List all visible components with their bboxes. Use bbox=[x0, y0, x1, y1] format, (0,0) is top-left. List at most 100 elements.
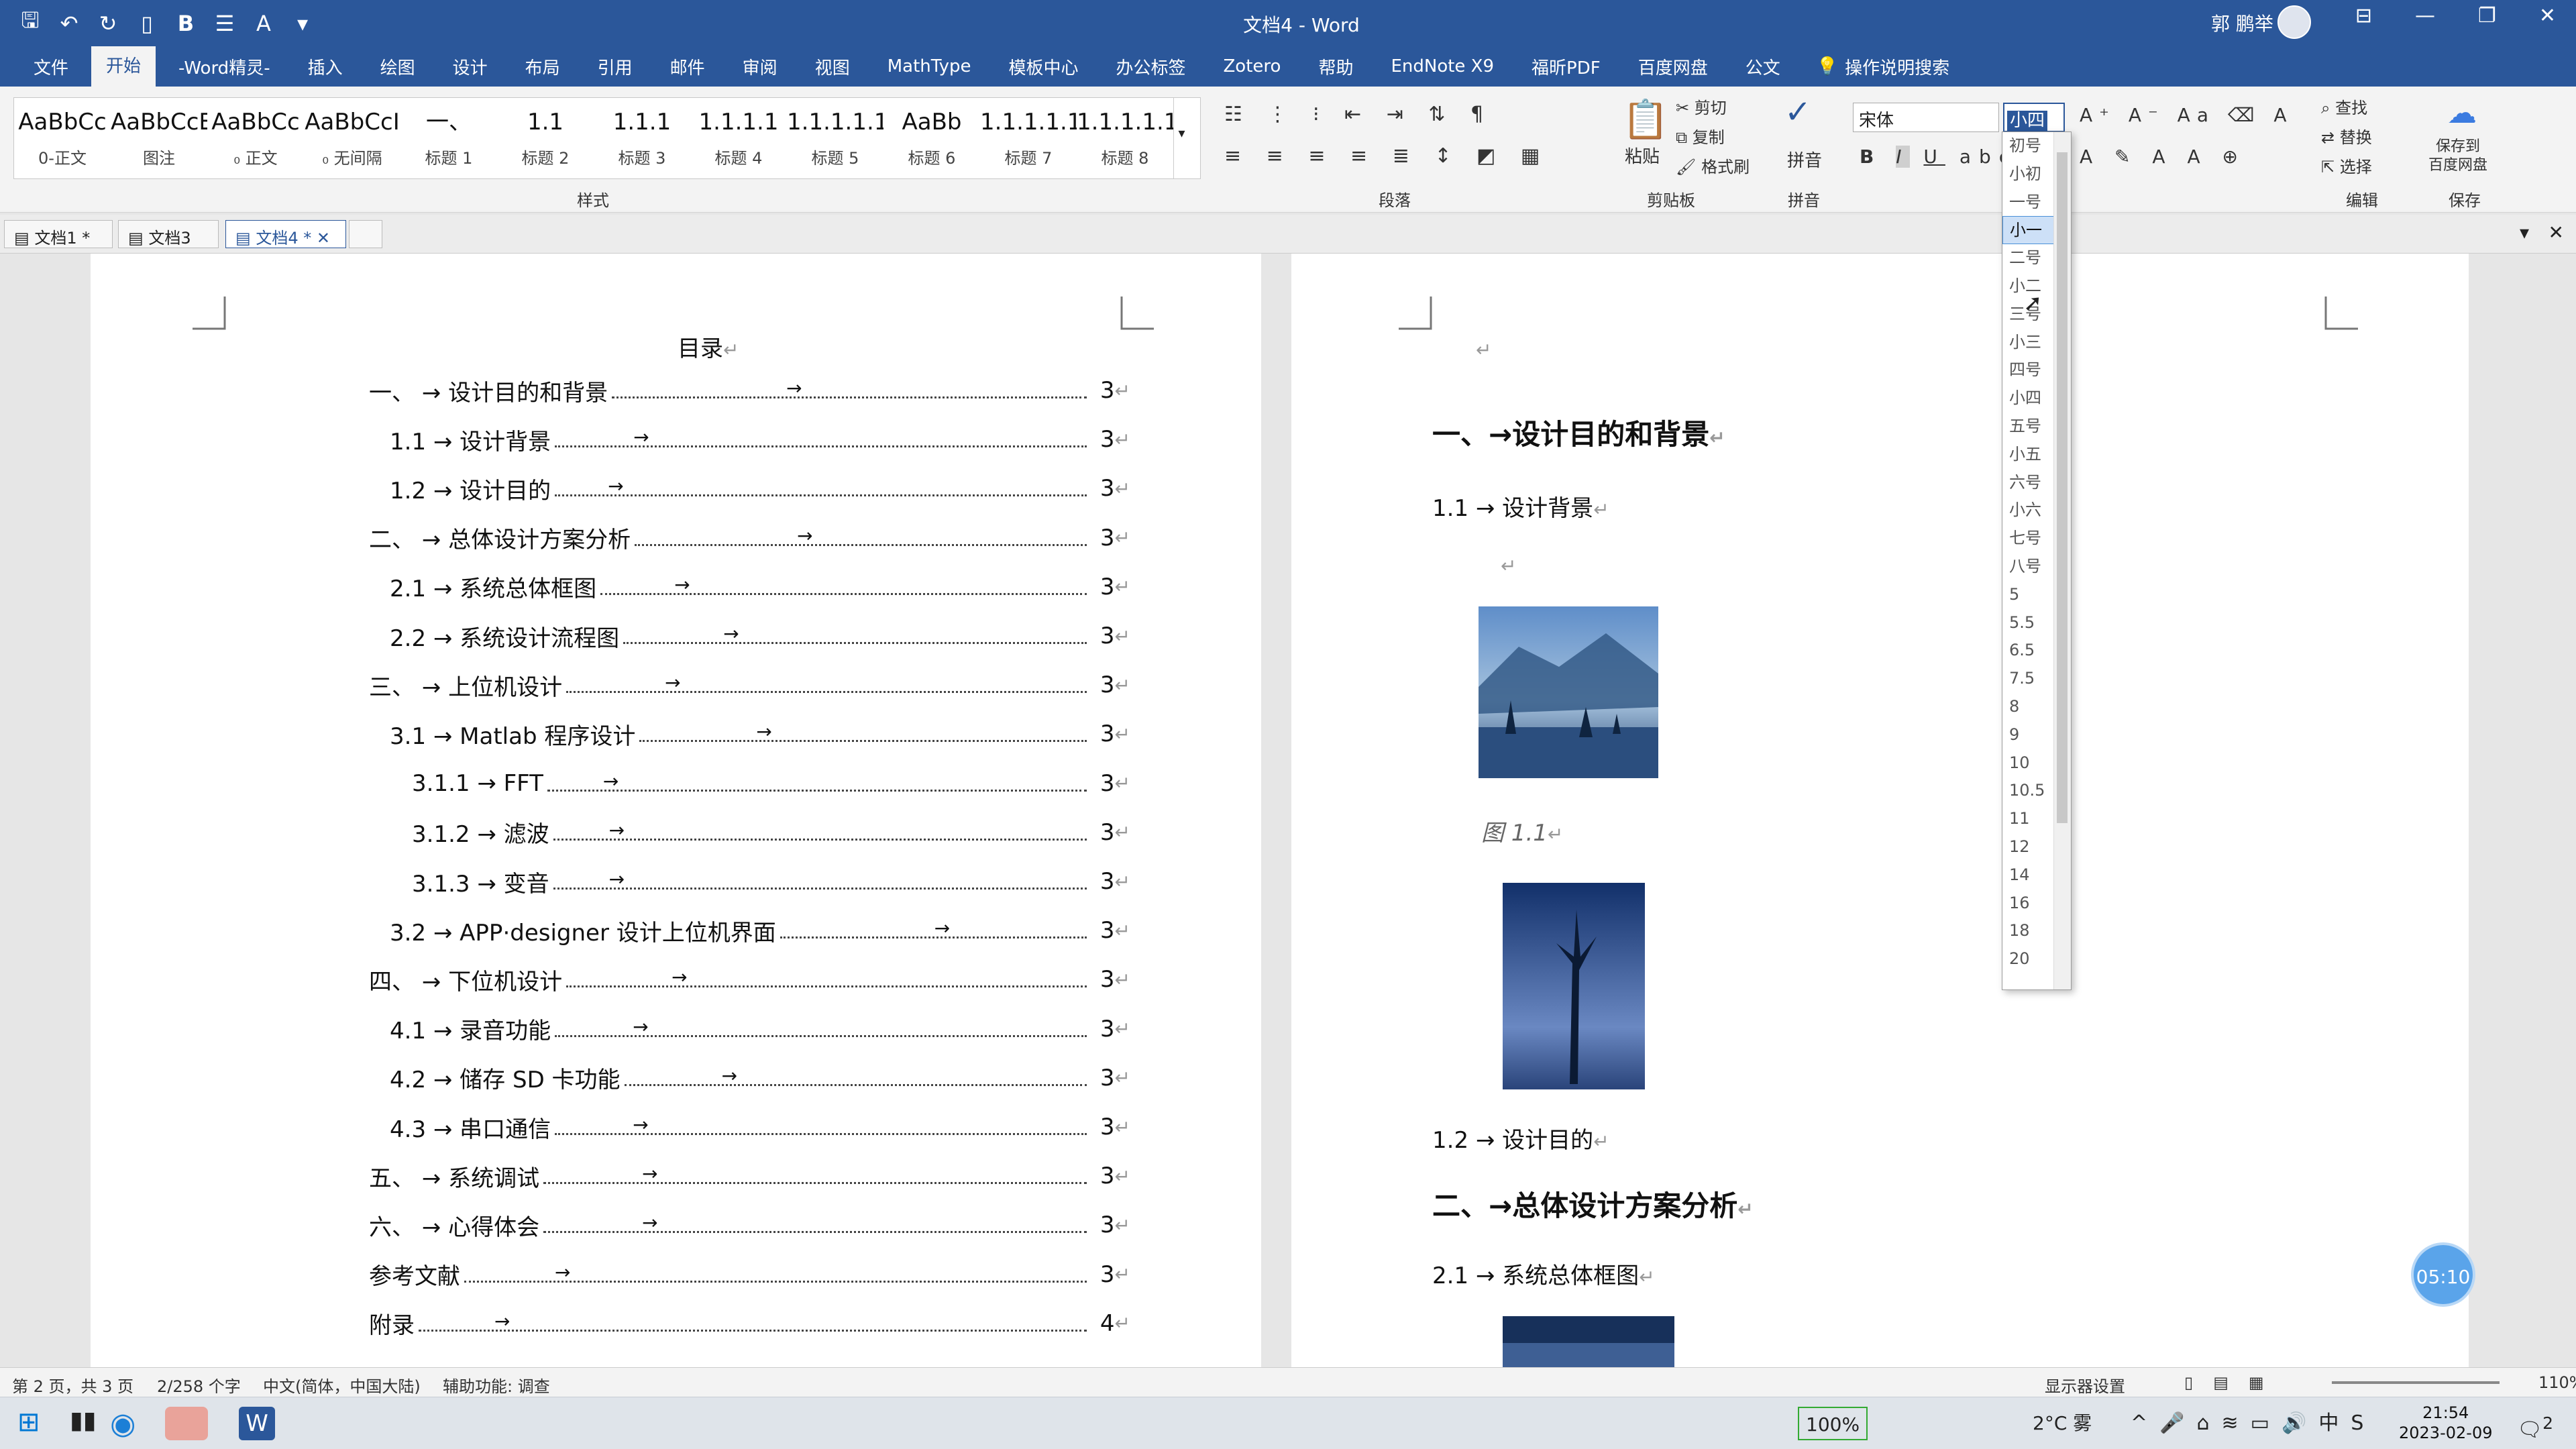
tab-6[interactable]: 布局 bbox=[511, 49, 575, 85]
pinyin-icon[interactable]: ✓ bbox=[1784, 93, 1811, 131]
tab-13[interactable]: 办公标签 bbox=[1101, 49, 1200, 85]
tab-17[interactable]: 福昕PDF bbox=[1517, 49, 1615, 85]
tab-0[interactable]: 文件 bbox=[19, 49, 83, 85]
pinyin-button[interactable]: 拼音 bbox=[1787, 147, 1822, 172]
tab-12[interactable]: 模板中心 bbox=[994, 49, 1093, 85]
close-tab-icon[interactable]: ✕ bbox=[317, 229, 330, 248]
page-count[interactable]: 第 2 页，共 3 页 bbox=[12, 1373, 133, 1397]
style-item[interactable]: 1.1.1.1 标题 4 bbox=[690, 98, 787, 178]
redo-icon[interactable]: ↻ bbox=[97, 11, 119, 36]
cut-button[interactable]: ✂ 剪切 bbox=[1676, 95, 1727, 118]
word-count[interactable]: 2/258 个字 bbox=[157, 1373, 241, 1397]
task-view-icon[interactable]: ▮▮ bbox=[70, 1407, 97, 1440]
list-icon[interactable]: ☰ bbox=[213, 11, 236, 36]
avatar[interactable] bbox=[2277, 5, 2311, 39]
style-item[interactable]: AaBbCcI ₀ 无间隔 bbox=[304, 98, 400, 178]
view-buttons[interactable]: ▯▤▦ bbox=[2184, 1373, 2284, 1392]
toc-entry[interactable]: 4.1 → 录音功能 → 3 ↵ bbox=[390, 1013, 1130, 1045]
toc-entry[interactable]: 2.2 → 系统设计流程图 → 3 ↵ bbox=[390, 620, 1130, 652]
tab-list-icon[interactable]: ▾ bbox=[2520, 221, 2529, 244]
zoom-slider[interactable] bbox=[2332, 1381, 2500, 1384]
toc-entry[interactable]: 3.2 → APP·designer 设计上位机界面 → 3 ↵ bbox=[390, 914, 1130, 947]
toc-entry[interactable]: 四、 → 下位机设计 → 3 ↵ bbox=[369, 963, 1130, 996]
tab-18[interactable]: 百度网盘 bbox=[1623, 49, 1723, 85]
system-diagram-image[interactable] bbox=[1503, 1316, 1674, 1367]
minimize-icon[interactable]: — bbox=[2415, 4, 2435, 28]
tab-15[interactable]: 帮助 bbox=[1303, 49, 1368, 85]
toc-entry[interactable]: 一、 → 设计目的和背景 → 3 ↵ bbox=[369, 374, 1130, 407]
word-app-icon[interactable]: W bbox=[239, 1407, 275, 1440]
doc-tab-2[interactable]: ▤ 文档3 bbox=[118, 220, 219, 248]
list-buttons[interactable]: ☷ ⋮ ⁝ ⇤ ⇥ ⇅ ¶ bbox=[1224, 103, 1493, 126]
toc-entry[interactable]: 五、 → 系统调试 → 3 ↵ bbox=[369, 1160, 1130, 1192]
battery-indicator[interactable]: 100% bbox=[1798, 1407, 1868, 1440]
style-item[interactable]: 1.1 标题 2 bbox=[497, 98, 594, 178]
tab-10[interactable]: 视图 bbox=[800, 49, 865, 85]
toc-entry[interactable]: 1.1 → 设计背景 → 3 ↵ bbox=[390, 423, 1130, 455]
toc-entry[interactable]: 4.2 → 储存 SD 卡功能 → 3 ↵ bbox=[390, 1062, 1130, 1094]
restore-icon[interactable]: ❐ bbox=[2478, 4, 2496, 28]
weather-widget[interactable]: 2°C 雾 bbox=[2033, 1407, 2092, 1440]
paste-button[interactable]: 粘贴 bbox=[1625, 143, 1660, 168]
close-panel-icon[interactable]: ✕ bbox=[2548, 221, 2564, 244]
tab-3[interactable]: 插入 bbox=[293, 49, 358, 85]
toc-entry[interactable]: 六、 → 心得体会 → 3 ↵ bbox=[369, 1209, 1130, 1241]
font-format-buttons[interactable]: B I U abc bbox=[1860, 146, 2017, 168]
new-tab-button[interactable] bbox=[349, 220, 382, 248]
close-icon[interactable]: ✕ bbox=[2539, 4, 2556, 28]
save-baidu-button[interactable]: 保存到 百度网盘 bbox=[2428, 138, 2487, 175]
toc-entry[interactable]: 3.1 → Matlab 程序设计 → 3 ↵ bbox=[390, 718, 1130, 750]
paste-icon[interactable]: 📋 bbox=[1622, 97, 1669, 142]
new-doc-icon[interactable]: ▯ bbox=[136, 11, 158, 36]
font-color-buttons[interactable]: A ✎ A A ⊕ bbox=[2080, 146, 2246, 168]
toc-entry[interactable]: 3.1.2 → 滤波 → 3 ↵ bbox=[412, 816, 1130, 849]
tree-image[interactable] bbox=[1503, 883, 1645, 1089]
style-item[interactable]: 一、 标题 1 bbox=[400, 98, 497, 178]
display-settings[interactable]: 显示器设置 bbox=[2045, 1373, 2125, 1397]
toc-entry[interactable]: 4.3 → 串口通信 → 3 ↵ bbox=[390, 1111, 1130, 1143]
toc-entry[interactable]: 三、 → 上位机设计 → 3 ↵ bbox=[369, 669, 1130, 701]
find-button[interactable]: ⌕ 查找 bbox=[2321, 95, 2367, 118]
toc-entry[interactable]: 1.2 → 设计目的 → 3 ↵ bbox=[390, 472, 1130, 504]
style-item[interactable]: AaBbCc 0-正文 bbox=[14, 98, 111, 178]
user-name[interactable]: 郭 鹏举 bbox=[2211, 9, 2273, 36]
tab-7[interactable]: 引用 bbox=[583, 49, 647, 85]
toc-entry[interactable]: 3.1.1 → FFT → 3 ↵ bbox=[412, 767, 1130, 800]
system-tray-icons[interactable]: ^🎤⌂≋▭🔊中S bbox=[2131, 1407, 2375, 1440]
toc-entry[interactable]: 2.1 → 系统总体框图 → 3 ↵ bbox=[390, 571, 1130, 603]
more-icon[interactable]: ▾ bbox=[291, 11, 314, 36]
tab-4[interactable]: 绘图 bbox=[366, 49, 430, 85]
select-button[interactable]: ⇱ 选择 bbox=[2321, 154, 2372, 177]
toc-entry[interactable]: 附录 → 4 ↵ bbox=[369, 1307, 1130, 1340]
style-item[interactable]: AaBbCc ₀ 正文 bbox=[207, 98, 304, 178]
page-toc[interactable]: 目录↵ 一、 → 设计目的和背景 → 3 ↵ 1.1 → 设计背景 → 3 ↵ 1.2 → 设计… bbox=[91, 254, 1261, 1367]
notification-icon[interactable]: 🗨2 bbox=[2517, 1407, 2553, 1442]
font-size-buttons[interactable]: A⁺ A⁻ Aa ⌫ A bbox=[2080, 104, 2294, 126]
save-icon[interactable]: 🖫 bbox=[19, 5, 42, 42]
format-painter-button[interactable]: 🖌 格式刷 bbox=[1676, 154, 1750, 177]
dropdown-scrollbar[interactable] bbox=[2053, 132, 2071, 989]
style-item[interactable]: 1.1.1.1.1 标题 8 bbox=[1077, 98, 1173, 178]
styles-more-icon[interactable]: ▾ bbox=[1173, 98, 1189, 178]
toc-entry[interactable]: 3.1.3 → 变音 → 3 ↵ bbox=[412, 865, 1130, 898]
zoom-level[interactable]: 110% bbox=[2538, 1373, 2576, 1392]
tab-11[interactable]: MathType bbox=[873, 51, 986, 82]
font-size-combo[interactable]: 小四 ▾ bbox=[2003, 103, 2065, 152]
style-item[interactable]: 1.1.1.1.1 标题 7 bbox=[980, 98, 1077, 178]
recording-timer[interactable]: 05:10 bbox=[2411, 1242, 2475, 1307]
replace-button[interactable]: ⇄ 替换 bbox=[2321, 124, 2372, 148]
accessibility-status[interactable]: 辅助功能: 调查 bbox=[443, 1373, 550, 1397]
undo-icon[interactable]: ↶ bbox=[58, 11, 80, 36]
tab-9[interactable]: 审阅 bbox=[728, 49, 792, 85]
tab-19[interactable]: 公文 bbox=[1731, 49, 1795, 85]
language[interactable]: 中文(简体，中国大陆) bbox=[263, 1373, 421, 1397]
style-icon[interactable]: A bbox=[252, 11, 275, 36]
tab-2[interactable]: -Word精灵- bbox=[164, 49, 285, 85]
tab-16[interactable]: EndNote X9 bbox=[1376, 51, 1509, 82]
app-icon[interactable] bbox=[165, 1407, 208, 1440]
ribbon-display-icon[interactable]: ⊟ bbox=[2355, 4, 2372, 28]
font-name-combo[interactable]: 宋体 bbox=[1853, 103, 1999, 132]
tab-8[interactable]: 邮件 bbox=[655, 49, 720, 85]
tab-1[interactable]: 开始 bbox=[91, 46, 156, 87]
page-content[interactable]: ↵ 一、→设计目的和背景↵ 1.1 → 设计背景↵ ↵ 图 1.1↵ 1.2 →… bbox=[1291, 254, 2469, 1367]
